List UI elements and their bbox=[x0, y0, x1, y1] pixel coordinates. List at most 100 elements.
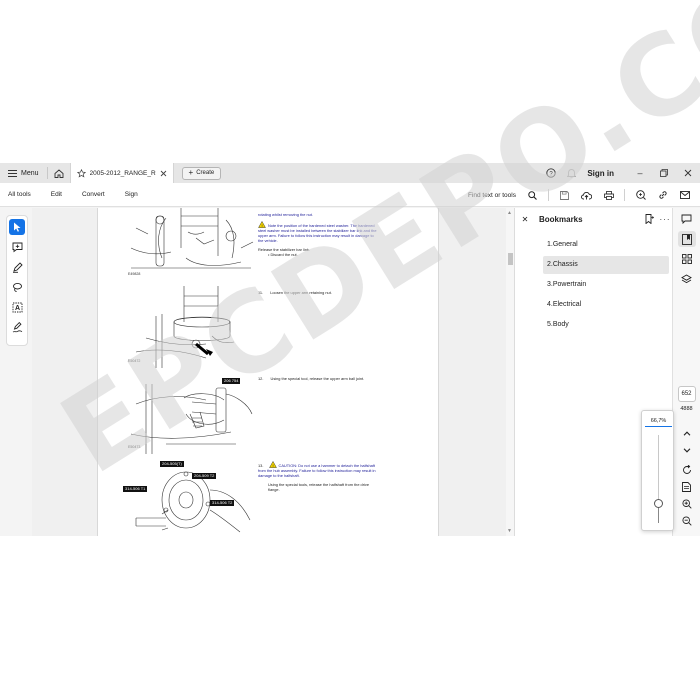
plus-icon: + bbox=[188, 168, 194, 177]
hamburger-icon bbox=[8, 169, 17, 177]
mail-icon bbox=[679, 191, 690, 199]
print-button[interactable] bbox=[599, 190, 618, 200]
step-text: Using the special tools, release the hal… bbox=[268, 482, 369, 492]
document-viewport[interactable]: E49828 rotating whilst removing the nut.… bbox=[32, 208, 514, 536]
bookmark-item-electrical[interactable]: 4.Electrical bbox=[543, 296, 669, 314]
previous-page-button[interactable] bbox=[678, 426, 696, 440]
comment-tool-button[interactable] bbox=[9, 239, 25, 255]
fill-sign-icon bbox=[12, 321, 22, 332]
zoom-value-input[interactable]: 66,7% bbox=[645, 416, 672, 427]
bookmark-icon bbox=[681, 233, 692, 245]
step-text: Loosen the upper arm retaining nut. bbox=[270, 290, 332, 295]
highlight-tool-button[interactable] bbox=[9, 259, 25, 275]
help-button[interactable]: ? bbox=[541, 168, 561, 178]
divider bbox=[624, 189, 625, 201]
note-text: Note the position of the hardened steel … bbox=[258, 223, 377, 243]
figure-code: E49828 bbox=[128, 272, 141, 276]
figure-ball-joint-tool: 206 754 E50473 bbox=[126, 374, 256, 454]
caution-icon: ! bbox=[268, 461, 277, 468]
star-icon[interactable] bbox=[76, 168, 86, 178]
select-tool-button[interactable] bbox=[9, 219, 25, 235]
upload-button[interactable] bbox=[577, 191, 596, 200]
search-button[interactable] bbox=[523, 190, 542, 200]
restore-button[interactable] bbox=[652, 169, 676, 177]
document-scrollbar[interactable]: ▲ ▼ bbox=[506, 208, 514, 536]
more-options-button[interactable]: ··· bbox=[657, 215, 673, 224]
bookmarks-header: ✕ Bookmarks ··· bbox=[515, 208, 673, 230]
svg-text:A: A bbox=[14, 305, 19, 312]
bookmark-list: 1.General 2.Chassis 3.Powertrain 4.Elect… bbox=[543, 236, 669, 336]
minimize-icon: – bbox=[637, 168, 643, 178]
ball-joint-illustration bbox=[130, 384, 253, 454]
bookmarks-panel-button[interactable] bbox=[677, 231, 696, 247]
sign-tool-button[interactable] bbox=[9, 319, 25, 335]
bookmark-item-chassis[interactable]: 2.Chassis bbox=[543, 256, 669, 274]
step-number: 12. bbox=[258, 376, 264, 381]
bookmark-item-general[interactable]: 1.General bbox=[543, 236, 669, 254]
scroll-up-icon[interactable]: ▲ bbox=[507, 210, 512, 216]
thumbnails-panel-button[interactable] bbox=[678, 251, 696, 267]
bookmarks-title: Bookmarks bbox=[539, 214, 583, 224]
zoom-out-icon bbox=[681, 516, 692, 526]
create-button[interactable]: + Create bbox=[181, 166, 222, 180]
save-button[interactable] bbox=[555, 190, 574, 200]
comments-panel-button[interactable] bbox=[678, 211, 696, 227]
document-tab[interactable]: 2005-2012_RANGE_RO... bbox=[69, 163, 174, 183]
tool-callout: 314-506 T2 bbox=[210, 500, 235, 506]
bookmark-item-powertrain[interactable]: 3.Powertrain bbox=[543, 276, 669, 294]
menu-edit[interactable]: Edit bbox=[51, 191, 62, 198]
menu-button[interactable]: Menu bbox=[0, 163, 47, 183]
notifications-button[interactable] bbox=[561, 168, 581, 178]
close-window-button[interactable] bbox=[676, 169, 700, 177]
rotate-button[interactable] bbox=[678, 463, 696, 477]
zoom-in-icon bbox=[681, 499, 692, 509]
figure-stabilizer-link: E49828 bbox=[126, 208, 256, 280]
text-tool-button[interactable]: A bbox=[9, 299, 25, 315]
current-page-input[interactable]: 652 bbox=[677, 386, 696, 402]
bell-icon bbox=[566, 169, 576, 178]
zoom-popup: 66,7% bbox=[641, 410, 674, 531]
draw-tool-button[interactable] bbox=[9, 279, 25, 295]
email-button[interactable] bbox=[675, 191, 694, 199]
lasso-icon bbox=[12, 282, 22, 292]
layers-panel-button[interactable] bbox=[678, 271, 696, 287]
find-text-label[interactable]: Find text or tools bbox=[468, 192, 516, 199]
add-bookmark-icon bbox=[645, 214, 654, 224]
close-tab-icon[interactable] bbox=[160, 170, 167, 177]
page-tools-button[interactable] bbox=[678, 480, 696, 494]
step-number: 11. bbox=[258, 290, 264, 295]
layers-icon bbox=[681, 273, 692, 283]
menu-sign[interactable]: Sign bbox=[125, 191, 138, 198]
zoom-in-button[interactable] bbox=[678, 497, 696, 511]
sign-in-button[interactable]: Sign in bbox=[587, 169, 614, 178]
pdf-page: E49828 rotating whilst removing the nut.… bbox=[97, 208, 439, 536]
scroll-thumb[interactable] bbox=[508, 253, 513, 265]
ai-assistant-button[interactable] bbox=[631, 190, 650, 200]
restore-icon bbox=[660, 169, 668, 177]
minimize-button[interactable]: – bbox=[628, 168, 652, 178]
scroll-down-icon[interactable]: ▼ bbox=[507, 528, 512, 534]
home-icon bbox=[54, 168, 63, 178]
home-button[interactable] bbox=[48, 163, 70, 183]
bookmark-item-body[interactable]: 5.Body bbox=[543, 316, 669, 334]
pen-icon bbox=[12, 261, 23, 273]
menu-convert[interactable]: Convert bbox=[82, 191, 105, 198]
close-panel-button[interactable]: ✕ bbox=[515, 215, 535, 224]
acrobat-window: Menu 2005-2012_RANGE_RO... + Create ? Si… bbox=[0, 163, 700, 536]
step-text: Using the special tool, release the uppe… bbox=[270, 376, 365, 381]
add-bookmark-button[interactable] bbox=[641, 214, 657, 224]
zoom-slider-thumb[interactable] bbox=[654, 499, 663, 509]
zoom-out-button[interactable] bbox=[678, 514, 696, 528]
figure-halfshaft-tool: 204-505(T) 204-509 T2 314-506 T1 314-506… bbox=[123, 460, 256, 536]
printer-icon bbox=[603, 190, 614, 200]
next-page-button[interactable] bbox=[678, 443, 696, 457]
document-icon bbox=[682, 482, 691, 492]
menu-all-tools[interactable]: All tools bbox=[8, 191, 31, 198]
note-block: ! Note the position of the hardened steel… bbox=[258, 221, 378, 243]
link-button[interactable] bbox=[653, 190, 672, 200]
upper-arm-illustration bbox=[135, 286, 235, 368]
figure-upper-arm-nut: E50472 bbox=[126, 286, 256, 368]
more-icon: ··· bbox=[659, 214, 671, 224]
note-icon: ! bbox=[258, 221, 266, 228]
figure-code: E50473 bbox=[128, 445, 141, 449]
